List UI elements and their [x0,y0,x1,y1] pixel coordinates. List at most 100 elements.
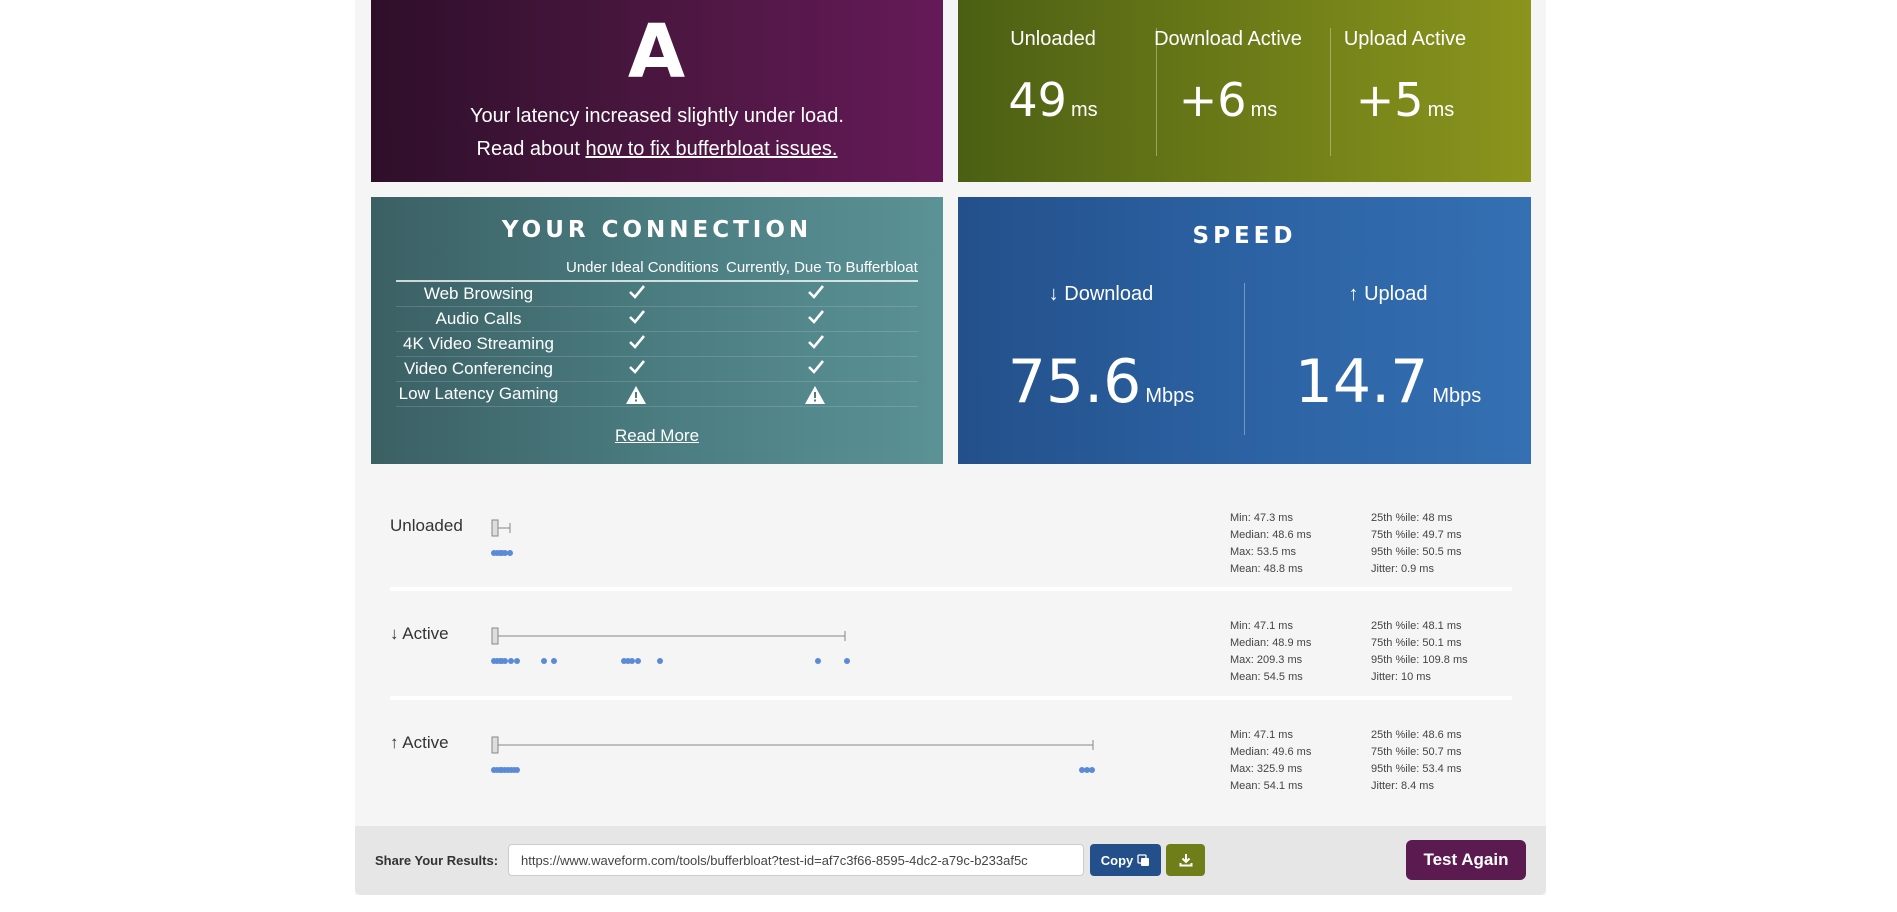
stat-line: Mean: 48.8 ms [1230,563,1303,575]
iqr-box [491,627,499,645]
latency-upload-label: Upload Active [1343,28,1467,50]
speed-upload-value: 14.7 Mbps [1294,347,1482,417]
latency-row: ↑ Active Min: 47.1 ms Median: 49.6 ms Max: … [390,727,1512,832]
speed-download-value: 75.6 Mbps [1007,347,1195,417]
latency-row: ↓ Active Min: 47.1 ms Median: 48.9 ms Max: … [390,618,1512,723]
latency-sample-dot [551,658,557,664]
row-separator [390,696,1512,700]
latency-sample-dot [514,658,520,664]
speed-download: ↓ Download 75.6 Mbps [958,197,1244,464]
speed-upload-label: ↑ Upload [1348,283,1428,305]
stat-line: 75th %ile: 50.7 ms [1371,746,1462,758]
stat-line: Min: 47.1 ms [1230,729,1293,741]
copy-button-label: Copy [1100,852,1134,868]
latency-stats-left: Min: 47.1 ms Median: 49.6 ms Max: 325.9 ms… [1230,727,1311,795]
grade-summary: Your latency increased slightly under lo… [470,105,844,127]
col-ideal-header: Under Ideal Conditions [566,259,719,276]
latency-unloaded-label: Unloaded [1010,28,1096,50]
latency-boxplot [491,627,850,664]
stat-line: Mean: 54.1 ms [1230,780,1303,792]
stat-line: Jitter: 0.9 ms [1371,563,1434,575]
grade-help-line: Read about how to fix bufferbloat issues… [371,133,943,166]
checkmark-icon [628,308,646,330]
connection-row: Audio Calls [396,307,918,332]
stat-line: Max: 209.3 ms [1230,654,1303,666]
stat-line: 95th %ile: 50.5 ms [1371,546,1462,558]
connection-row-name: Web Browsing [423,284,534,303]
latency-unloaded-value: 49 ms [1008,73,1098,127]
stat-line: 95th %ile: 109.8 ms [1371,654,1468,666]
latency-row-label: ↓ Active [390,624,449,643]
stat-line: 25th %ile: 48.6 ms [1371,729,1462,741]
latency-sample-dot [657,658,663,664]
latency-sample-dot [844,658,850,664]
warning-icon [804,385,826,410]
stat-line: Mean: 54.5 ms [1230,671,1303,683]
connection-row-name: Video Conferencing [403,359,553,378]
stat-line: Jitter: 10 ms [1371,671,1431,683]
col-current-header: Currently, Due To Bufferbloat [726,259,918,276]
share-label: Share Your Results: [375,853,499,868]
stat-line: 25th %ile: 48.1 ms [1371,620,1462,632]
connection-row: Web Browsing [396,282,918,307]
stat-line: 95th %ile: 53.4 ms [1371,763,1462,775]
latency-stats-left: Min: 47.1 ms Median: 48.9 ms Max: 209.3 ms… [1230,618,1311,686]
iqr-box [491,736,499,754]
latency-sample-dot [1089,767,1095,773]
speed-card: SPEED ↓ Download 75.6 Mbps ↑ Upload 14.7 M… [958,197,1531,464]
latency-stats-right: 25th %ile: 48.6 ms 75th %ile: 50.7 ms 95th… [1371,727,1462,795]
stat-line: Min: 47.3 ms [1230,512,1293,524]
latency-sample-dot [514,767,520,773]
grade-card: A Your latency increased slightly under … [371,0,943,182]
share-url-input[interactable] [508,844,1084,876]
download-button[interactable] [1166,844,1205,876]
copy-button[interactable]: Copy [1090,844,1161,876]
latency-stats-right: 25th %ile: 48.1 ms 75th %ile: 50.1 ms 95th… [1371,618,1468,686]
connection-table-header: Under Ideal Conditions Currently, Due To… [396,259,918,282]
latency-upload-value: +5 ms [1355,73,1455,127]
stat-line: 75th %ile: 49.7 ms [1371,529,1462,541]
read-more-container: Read More [371,426,943,446]
connection-row-name: Audio Calls [435,309,522,328]
share-bar: Share Your Results: Copy Test Again [355,826,1546,895]
connection-row: Video Conferencing [396,357,918,382]
copy-icon [1137,853,1150,866]
latency-sample-dot [508,658,514,664]
stat-line: Jitter: 8.4 ms [1371,780,1434,792]
latency-download-label: Download Active [1154,28,1302,50]
latency-download: Download Active +6 ms [1138,0,1318,182]
latency-sample-dot [541,658,547,664]
latency-sample-dot [815,658,821,664]
connection-card: YOUR CONNECTION Under Ideal Conditions C… [371,197,943,464]
speed-upload: ↑ Upload 14.7 Mbps [1245,197,1531,464]
connection-row: 4K Video Streaming [396,332,918,357]
stat-line: Min: 47.1 ms [1230,620,1293,632]
latency-boxplot [491,519,513,556]
checkmark-icon [807,308,825,330]
test-again-button[interactable]: Test Again [1406,840,1526,880]
latency-sample-dot [629,658,635,664]
checkmark-icon [628,333,646,355]
row-separator [390,587,1512,591]
read-more-link[interactable]: Read More [615,426,699,445]
connection-table: Under Ideal Conditions Currently, Due To… [396,259,918,407]
latency-row-label: Unloaded [390,516,463,535]
latency-download-value: +6 ms [1178,73,1278,127]
latency-row-label: ↑ Active [390,733,449,752]
checkmark-icon [807,333,825,355]
stat-line: Max: 53.5 ms [1230,546,1297,558]
stat-line: 25th %ile: 48 ms [1371,512,1453,524]
latency-upload: Upload Active +5 ms [1315,0,1495,182]
checkmark-icon [628,358,646,380]
checkmark-icon [628,283,646,305]
latency-row: Unloaded Min: 47.3 ms Median: 48.6 ms Max: … [390,510,1512,615]
bufferbloat-fix-link[interactable]: how to fix bufferbloat issues. [585,138,837,160]
stat-line: Median: 48.9 ms [1230,637,1312,649]
connection-row-name: 4K Video Streaming [403,334,554,353]
connection-row: Low Latency Gaming [396,382,918,407]
warning-icon [625,385,647,410]
grade-help-prefix: Read about [476,138,586,160]
checkmark-icon [807,358,825,380]
latency-boxplot [491,736,1095,773]
latency-unloaded: Unloaded 49 ms [963,0,1143,182]
